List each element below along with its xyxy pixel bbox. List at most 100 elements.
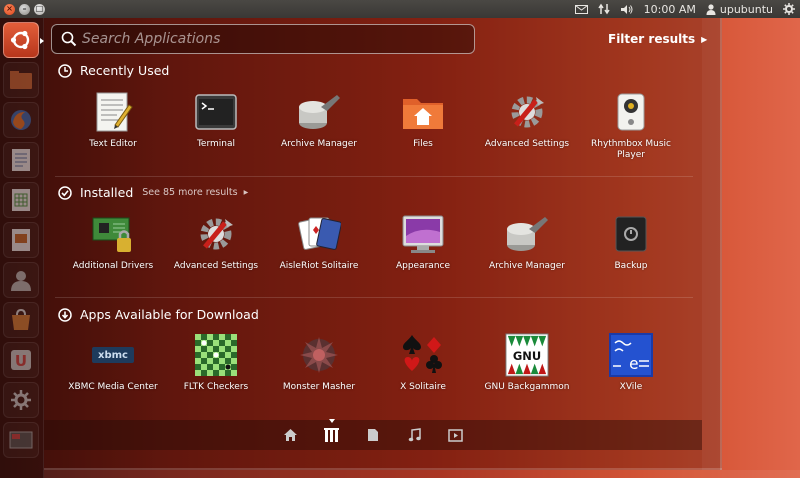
- app-xvile[interactable]: e XVile: [576, 333, 686, 393]
- gnu-backgammon-icon: GNU: [505, 333, 549, 377]
- launcher-workspaces-icon[interactable]: [3, 422, 39, 458]
- app-appearance[interactable]: Appearance: [368, 212, 478, 272]
- solitaire-icon: [297, 212, 341, 256]
- app-archive-manager[interactable]: Archive Manager: [264, 90, 374, 150]
- launcher-files-icon[interactable]: [3, 62, 39, 98]
- mail-icon[interactable]: [574, 4, 588, 14]
- search-box[interactable]: [51, 24, 475, 54]
- app-label: Rhythmbox Music Player: [590, 139, 672, 160]
- section-divider: [55, 176, 693, 177]
- monster-masher-icon: [297, 333, 341, 377]
- app-label: Text Editor: [89, 139, 137, 149]
- filter-results-button[interactable]: Filter results ▶: [608, 32, 707, 46]
- desktop-strip: [44, 470, 800, 478]
- appearance-icon: [401, 212, 445, 256]
- svg-text:U: U: [15, 352, 27, 370]
- launcher-firefox-icon[interactable]: [3, 102, 39, 138]
- dash-frame-edge: [702, 18, 722, 470]
- search-input[interactable]: [82, 31, 462, 47]
- see-more-results-link[interactable]: See 85 more results ▶: [142, 187, 248, 198]
- additional-drivers-icon: [91, 212, 135, 256]
- gnu-badge-text: GNU: [513, 349, 541, 363]
- app-label: AisleRiot Solitaire: [279, 261, 359, 271]
- lens-applications-icon[interactable]: [322, 426, 340, 444]
- section-title: Apps Available for Download: [80, 307, 259, 322]
- maximize-window-button[interactable]: □: [34, 3, 45, 15]
- app-aisleriot-solitaire[interactable]: AisleRiot Solitaire: [264, 212, 374, 272]
- user-icon: [706, 3, 716, 15]
- app-label: Terminal: [196, 139, 236, 149]
- launcher: U: [0, 18, 44, 478]
- app-rhythmbox[interactable]: Rhythmbox Music Player: [576, 90, 686, 161]
- top-panel: × – □ 10:00 AM upubuntu: [0, 0, 800, 18]
- lens-video-icon[interactable]: [446, 426, 464, 444]
- launcher-software-center-icon[interactable]: [3, 302, 39, 338]
- lens-home-icon[interactable]: [281, 426, 299, 444]
- clock[interactable]: 10:00 AM: [644, 3, 696, 16]
- network-icon[interactable]: [598, 3, 610, 15]
- terminal-icon: [194, 90, 238, 134]
- download-header[interactable]: Apps Available for Download: [58, 307, 259, 322]
- indicator-area: 10:00 AM upubuntu: [570, 0, 800, 18]
- section-divider: [55, 297, 693, 298]
- launcher-impress-icon[interactable]: [3, 222, 39, 258]
- dash-frame-bottom: [44, 448, 722, 470]
- lens-files-icon[interactable]: [364, 426, 382, 444]
- app-label: XVile: [619, 382, 643, 392]
- clock-icon: [58, 63, 72, 78]
- app-label: Additional Drivers: [72, 261, 154, 271]
- app-additional-drivers[interactable]: Additional Drivers: [58, 212, 168, 272]
- app-label: Advanced Settings: [173, 261, 259, 271]
- launcher-user-icon[interactable]: [3, 262, 39, 298]
- app-terminal[interactable]: Terminal: [161, 90, 271, 150]
- user-menu[interactable]: upubuntu: [706, 3, 773, 16]
- app-archive-manager-installed[interactable]: Archive Manager: [472, 212, 582, 272]
- xvile-badge-text: e: [629, 354, 639, 373]
- archive-manager-icon: [505, 212, 549, 256]
- app-text-editor[interactable]: Text Editor: [58, 90, 168, 150]
- volume-icon[interactable]: [620, 4, 634, 15]
- ubuntu-logo-icon: [10, 30, 30, 50]
- app-gnu-backgammon[interactable]: GNU GNU Backgammon: [472, 333, 582, 393]
- section-title: Installed: [80, 185, 134, 200]
- recently-used-header[interactable]: Recently Used: [58, 63, 169, 78]
- launcher-writer-icon[interactable]: [3, 142, 39, 178]
- text-editor-icon: [91, 90, 135, 134]
- app-label: X Solitaire: [400, 382, 446, 392]
- app-files[interactable]: Files: [368, 90, 478, 150]
- launcher-calc-icon[interactable]: [3, 182, 39, 218]
- app-advanced-settings-installed[interactable]: Advanced Settings: [161, 212, 271, 272]
- advanced-settings-icon: [505, 90, 549, 134]
- app-label: Files: [413, 139, 433, 149]
- launcher-settings-icon[interactable]: [3, 382, 39, 418]
- dash-home-button[interactable]: [3, 22, 39, 58]
- archive-manager-icon: [297, 90, 341, 134]
- download-icon: [58, 307, 72, 322]
- app-advanced-settings[interactable]: Advanced Settings: [472, 90, 582, 150]
- app-fltk-checkers[interactable]: FLTK Checkers: [161, 333, 271, 393]
- xvile-icon: e: [609, 333, 653, 377]
- chevron-right-icon: ▶: [701, 34, 708, 44]
- lens-bar: [44, 420, 702, 450]
- files-icon: [401, 90, 445, 134]
- rhythmbox-icon: [609, 90, 653, 134]
- app-backup[interactable]: Backup: [576, 212, 686, 272]
- gear-icon[interactable]: [783, 3, 795, 15]
- minimize-window-button[interactable]: –: [19, 3, 30, 15]
- chevron-right-icon: ▶: [243, 189, 249, 196]
- lens-music-icon[interactable]: [405, 426, 423, 444]
- installed-header[interactable]: Installed See 85 more results ▶: [58, 185, 248, 200]
- launcher-ubuntu-one-icon[interactable]: U: [3, 342, 39, 378]
- app-x-solitaire[interactable]: X Solitaire: [368, 333, 478, 393]
- app-label: Backup: [614, 261, 648, 271]
- checkers-icon: [194, 333, 238, 377]
- app-monster-masher[interactable]: Monster Masher: [264, 333, 374, 393]
- close-window-button[interactable]: ×: [4, 3, 15, 15]
- svg-text:xbmc: xbmc: [98, 350, 128, 361]
- app-label: XBMC Media Center: [68, 382, 158, 392]
- app-label: Monster Masher: [282, 382, 356, 392]
- filter-results-label: Filter results: [608, 32, 696, 46]
- app-xbmc[interactable]: xbmc XBMC Media Center: [58, 333, 168, 393]
- app-label: Appearance: [395, 261, 451, 271]
- advanced-settings-icon: [194, 212, 238, 256]
